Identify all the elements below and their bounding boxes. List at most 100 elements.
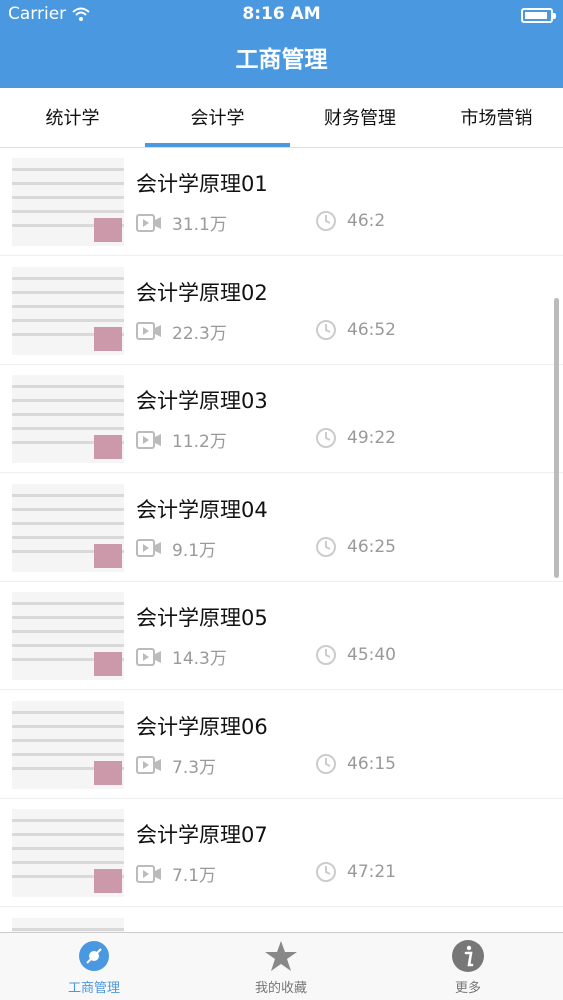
thumbnail-line xyxy=(12,276,124,280)
thumbnail-line xyxy=(12,724,124,728)
duration-label: 49:22 xyxy=(347,428,396,448)
thumbnail-line xyxy=(12,752,124,756)
thumbnail-line xyxy=(12,210,124,213)
thumbnail-line xyxy=(12,493,124,497)
video-list[interactable]: 会计学原理01 31.1万 46:2 会计学原理02 22.3万 46:52 会计学原理03… xyxy=(0,148,563,932)
thumbnail-line xyxy=(12,385,124,388)
video-thumbnail xyxy=(12,592,124,680)
thumbnail-line xyxy=(12,507,124,511)
thumbnail-presenter xyxy=(94,652,122,676)
disc-icon xyxy=(79,941,109,971)
duration: 46:25 xyxy=(315,536,396,558)
star-icon xyxy=(265,941,297,971)
scrollbar[interactable] xyxy=(554,298,559,578)
clock-icon xyxy=(316,645,336,665)
tab-accounting[interactable]: 会计学 xyxy=(145,88,290,146)
video-title: 会计学原理06 xyxy=(136,714,268,739)
tab-statistics[interactable]: 统计学 xyxy=(0,88,145,146)
tab-financial-management[interactable]: 财务管理 xyxy=(290,88,430,146)
tabbar-item-more[interactable]: 更多 xyxy=(408,939,528,996)
views-count: 14.3万 xyxy=(136,644,227,669)
views-count: 31.1万 xyxy=(136,210,227,235)
video-title: 会计学原理04 xyxy=(136,497,268,522)
duration: 46:15 xyxy=(315,753,396,775)
video-icon xyxy=(136,322,161,340)
thumbnail-line xyxy=(12,168,124,171)
thumbnail-presenter xyxy=(94,435,122,459)
views-label: 14.3万 xyxy=(172,649,227,669)
status-bar: Carrier 8:16 AM xyxy=(0,0,563,30)
video-title: 会计学原理02 xyxy=(136,280,268,305)
list-item[interactable]: 会计学原理07 7.1万 47:21 xyxy=(0,799,563,907)
video-thumbnail xyxy=(12,375,124,463)
views-count: 22.3万 xyxy=(136,319,227,344)
duration-label: 46:52 xyxy=(347,319,396,340)
thumbnail-presenter xyxy=(94,869,122,893)
video-icon xyxy=(136,756,161,774)
thumbnail-line xyxy=(12,196,124,199)
thumbnail-line xyxy=(12,290,124,294)
thumbnail-line xyxy=(12,833,124,836)
video-title: 会计学原理01 xyxy=(136,172,268,196)
views-count: 9.1万 xyxy=(136,536,216,561)
views-count: 11.2万 xyxy=(136,427,227,452)
thumbnail-line xyxy=(12,535,124,539)
clock-icon xyxy=(316,753,336,774)
views-label: 22.3万 xyxy=(172,323,227,344)
thumbnail-line xyxy=(12,644,124,647)
video-icon xyxy=(136,430,161,449)
video-thumbnail xyxy=(12,266,124,355)
list-item[interactable]: 会计学原理06 7.3万 46:15 xyxy=(0,691,563,799)
thumbnail-line xyxy=(12,819,124,822)
clock-icon xyxy=(316,862,336,882)
video-title: 会计学原理07 xyxy=(136,823,268,847)
views-label: 7.1万 xyxy=(172,866,217,886)
tabbar-label: 我的收藏 xyxy=(254,981,307,996)
tabbar-label: 工商管理 xyxy=(67,981,120,996)
thumbnail-presenter xyxy=(94,760,122,785)
views-count: 7.1万 xyxy=(136,861,216,886)
battery-level xyxy=(525,12,547,19)
views-label: 11.2万 xyxy=(172,432,227,452)
thumbnail-line xyxy=(12,413,124,416)
video-thumbnail xyxy=(12,700,124,789)
duration-label: 45:40 xyxy=(347,645,396,665)
video-icon xyxy=(136,647,161,666)
tabbar-item-favorites[interactable]: 我的收藏 xyxy=(221,939,341,996)
duration-label: 46:15 xyxy=(347,753,396,774)
clock-icon xyxy=(316,536,336,557)
list-item[interactable]: 会计学原理04 9.1万 46:25 xyxy=(0,474,563,582)
tab-marketing[interactable]: 市场营销 xyxy=(430,88,563,146)
video-icon xyxy=(136,213,161,232)
thumbnail-line xyxy=(12,521,124,525)
duration-label: 46:2 xyxy=(347,211,386,231)
thumbnail-line xyxy=(12,738,124,742)
duration: 49:22 xyxy=(315,427,396,449)
video-title: 会计学原理03 xyxy=(136,389,268,413)
thumbnail-presenter xyxy=(94,543,122,568)
video-thumbnail xyxy=(12,158,124,246)
clock-icon xyxy=(316,319,336,340)
thumbnail-line xyxy=(12,616,124,619)
duration: 47:21 xyxy=(315,861,396,883)
clock-icon xyxy=(316,211,336,231)
thumbnail-presenter xyxy=(94,326,122,351)
video-thumbnail xyxy=(12,483,124,572)
list-item[interactable]: 会计学原理03 11.2万 49:22 xyxy=(0,365,563,473)
list-item[interactable]: 会计学原理 xyxy=(0,908,563,932)
thumbnail-line xyxy=(12,710,124,714)
list-item[interactable]: 会计学原理05 14.3万 45:40 xyxy=(0,582,563,690)
list-item[interactable]: 会计学原理01 31.1万 46:2 xyxy=(0,148,563,256)
status-time: 8:16 AM xyxy=(242,4,321,24)
video-icon xyxy=(136,539,161,557)
video-icon xyxy=(136,864,161,883)
clock-icon xyxy=(316,428,336,448)
tabbar-item-business[interactable]: 工商管理 xyxy=(34,939,154,996)
tab-indicator xyxy=(145,143,290,147)
list-item[interactable]: 会计学原理02 22.3万 46:52 xyxy=(0,257,563,365)
thumbnail-line xyxy=(12,318,124,322)
duration-label: 47:21 xyxy=(347,862,396,882)
video-thumbnail xyxy=(12,917,124,932)
battery-icon xyxy=(521,8,556,23)
video-thumbnail xyxy=(12,809,124,897)
